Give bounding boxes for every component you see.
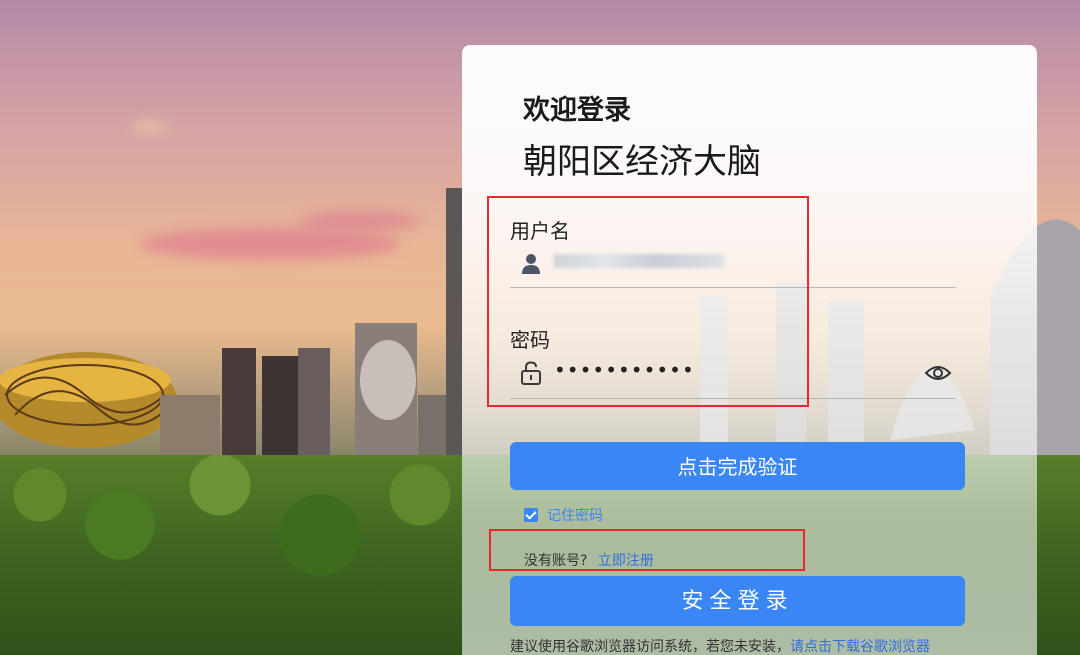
remember-label: 记住密码 [547, 508, 603, 524]
eye-icon[interactable] [924, 362, 952, 384]
credentials-highlight-box [487, 196, 809, 407]
login-page: 欢迎登录 朝阳区经济大脑 用户名 •••••••••••••• 密码 •••••… [0, 0, 1080, 655]
browser-hint: 建议使用谷歌浏览器访问系统，若您未安装，请点击下载谷歌浏览器 [510, 636, 930, 655]
system-name: 朝阳区经济大脑 [523, 142, 761, 182]
login-button[interactable]: 安全登录 [510, 576, 965, 626]
remember-password[interactable]: 记住密码 [524, 505, 603, 525]
download-chrome-link[interactable]: 请点击下载谷歌浏览器 [790, 639, 930, 655]
remember-checkbox[interactable] [524, 508, 538, 522]
browser-hint-text: 建议使用谷歌浏览器访问系统，若您未安装， [510, 639, 790, 655]
register-highlight-box [489, 529, 805, 571]
welcome-title: 欢迎登录 [523, 95, 631, 126]
verify-button[interactable]: 点击完成验证 [510, 442, 965, 490]
